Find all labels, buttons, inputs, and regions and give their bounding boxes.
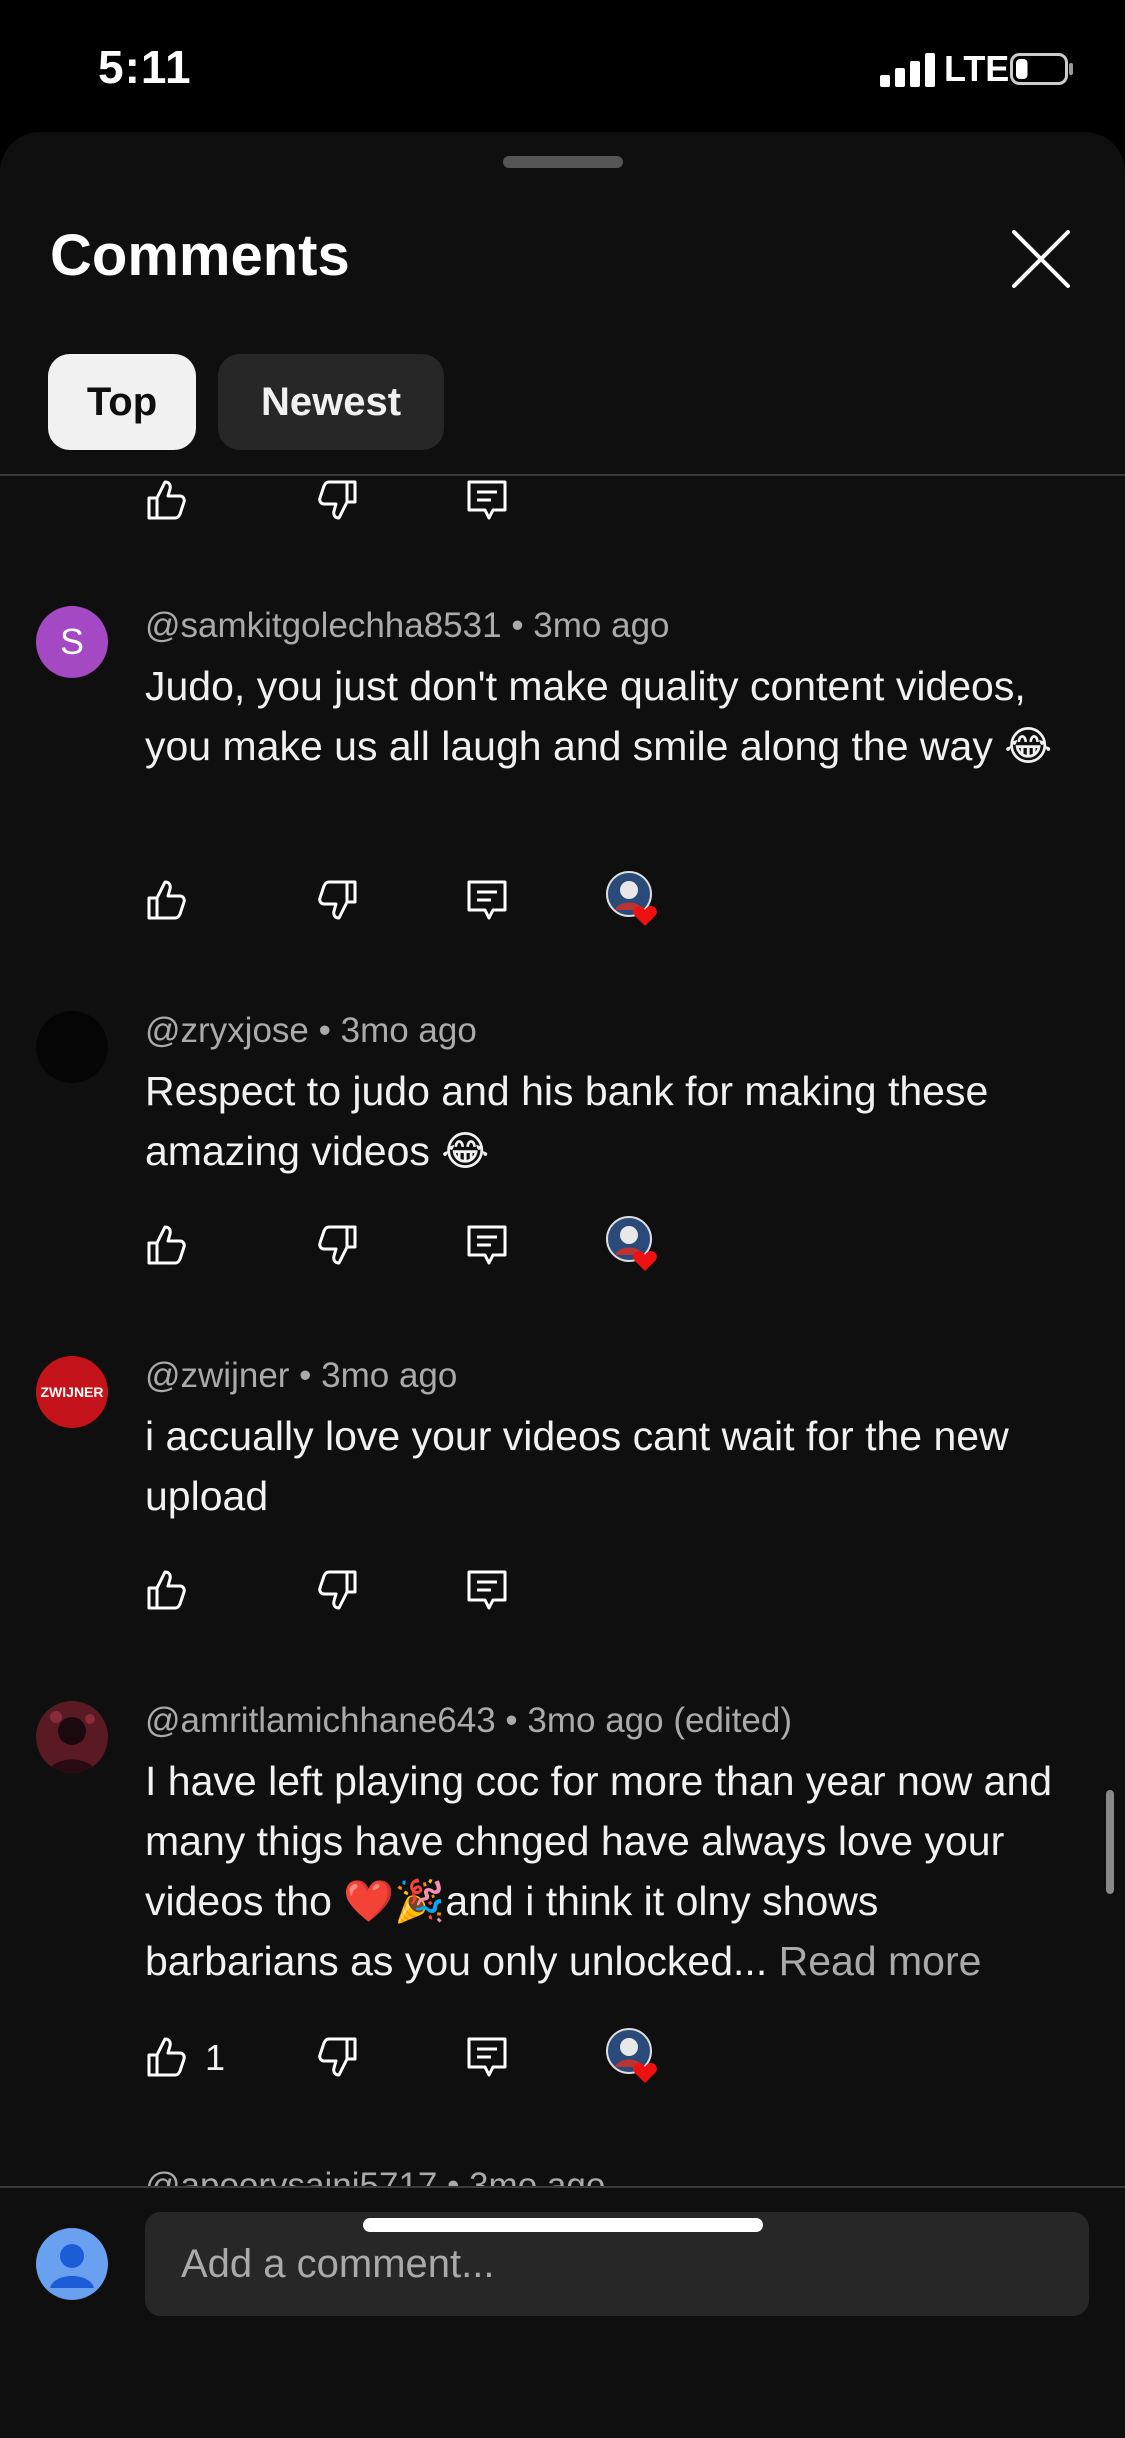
like-icon[interactable] xyxy=(145,478,189,522)
dislike-icon[interactable] xyxy=(315,878,359,922)
filter-newest-chip[interactable]: Newest xyxy=(218,354,444,450)
scrollbar[interactable] xyxy=(1106,1790,1114,1894)
dislike-icon[interactable] xyxy=(315,1223,359,1267)
battery-icon xyxy=(1010,53,1073,85)
comment-author[interactable]: @zwijner xyxy=(145,1356,289,1395)
like-icon[interactable] xyxy=(145,1223,189,1267)
comment-age: 3mo ago xyxy=(321,1356,458,1395)
comment-input-placeholder: Add a comment... xyxy=(181,2242,495,2286)
reply-icon[interactable] xyxy=(465,1568,509,1612)
comment-text: Respect to judo and his bank for making … xyxy=(145,1068,989,1174)
comment-meta: @apoorvsaini5717 • 3mo ago xyxy=(145,2166,605,2186)
comment-author[interactable]: @amritlamichhane643 xyxy=(145,1701,496,1740)
avatar[interactable]: S xyxy=(36,606,108,678)
creator-heart-icon xyxy=(606,1216,657,1271)
comment-list[interactable]: S @samkitgolechha8531 • 3mo ago Judo, yo… xyxy=(0,476,1125,2186)
comment-text: I have left playing coc for more than ye… xyxy=(145,1758,1053,1984)
sheet-title: Comments xyxy=(50,223,350,288)
comment-text: i accually love your videos cant wait fo… xyxy=(145,1413,1009,1519)
dislike-icon[interactable] xyxy=(315,2035,359,2079)
creator-heart-icon xyxy=(606,871,657,926)
network-label: LTE xyxy=(944,48,1010,89)
user-avatar xyxy=(36,2228,108,2300)
filter-top-chip[interactable]: Top xyxy=(48,354,196,450)
avatar[interactable] xyxy=(36,1011,108,1083)
clock: 5:11 xyxy=(98,41,192,93)
comment-meta: @samkitgolechha8531 • 3mo ago xyxy=(145,606,670,645)
signal-icon xyxy=(880,53,935,87)
dislike-icon[interactable] xyxy=(315,1568,359,1612)
like-icon[interactable] xyxy=(145,1568,189,1612)
avatar[interactable] xyxy=(36,1701,108,1773)
home-indicator[interactable] xyxy=(363,2218,763,2232)
comment-age: 3mo ago (edited) xyxy=(527,1701,793,1740)
comment-age: 3mo ago xyxy=(469,2166,606,2186)
comment-text: Judo, you just don't make quality conten… xyxy=(145,663,1053,769)
comment-age: 3mo ago xyxy=(533,606,670,645)
user-icon xyxy=(50,2244,94,2288)
comment-meta: @zwijner • 3mo ago xyxy=(145,1356,458,1395)
comment-author[interactable]: @apoorvsaini5717 xyxy=(145,2166,437,2186)
drag-handle[interactable] xyxy=(503,156,623,168)
close-icon[interactable] xyxy=(1010,228,1072,290)
creator-heart-icon xyxy=(606,2028,657,2083)
status-bar: 5:11 LTE xyxy=(0,0,1125,135)
comment-meta: @zryxjose • 3mo ago xyxy=(145,1011,477,1050)
reply-icon[interactable] xyxy=(465,878,509,922)
avatar[interactable]: ZWIJNER xyxy=(36,1356,108,1428)
dislike-icon[interactable] xyxy=(315,478,359,522)
comment-meta: @amritlamichhane643 • 3mo ago (edited) xyxy=(145,1701,793,1740)
like-count: 1 xyxy=(205,2037,226,2078)
comment-age: 3mo ago xyxy=(340,1011,477,1050)
reply-icon[interactable] xyxy=(465,1223,509,1267)
like-icon[interactable] xyxy=(145,2035,189,2079)
avatar-image xyxy=(36,1701,108,1773)
comment-author[interactable]: @samkitgolechha8531 xyxy=(145,606,502,645)
reply-icon[interactable] xyxy=(465,2035,509,2079)
like-icon[interactable] xyxy=(145,878,189,922)
comment-author[interactable]: @zryxjose xyxy=(145,1011,309,1050)
read-more-link[interactable]: Read more xyxy=(779,1938,982,1984)
reply-icon[interactable] xyxy=(465,478,509,522)
